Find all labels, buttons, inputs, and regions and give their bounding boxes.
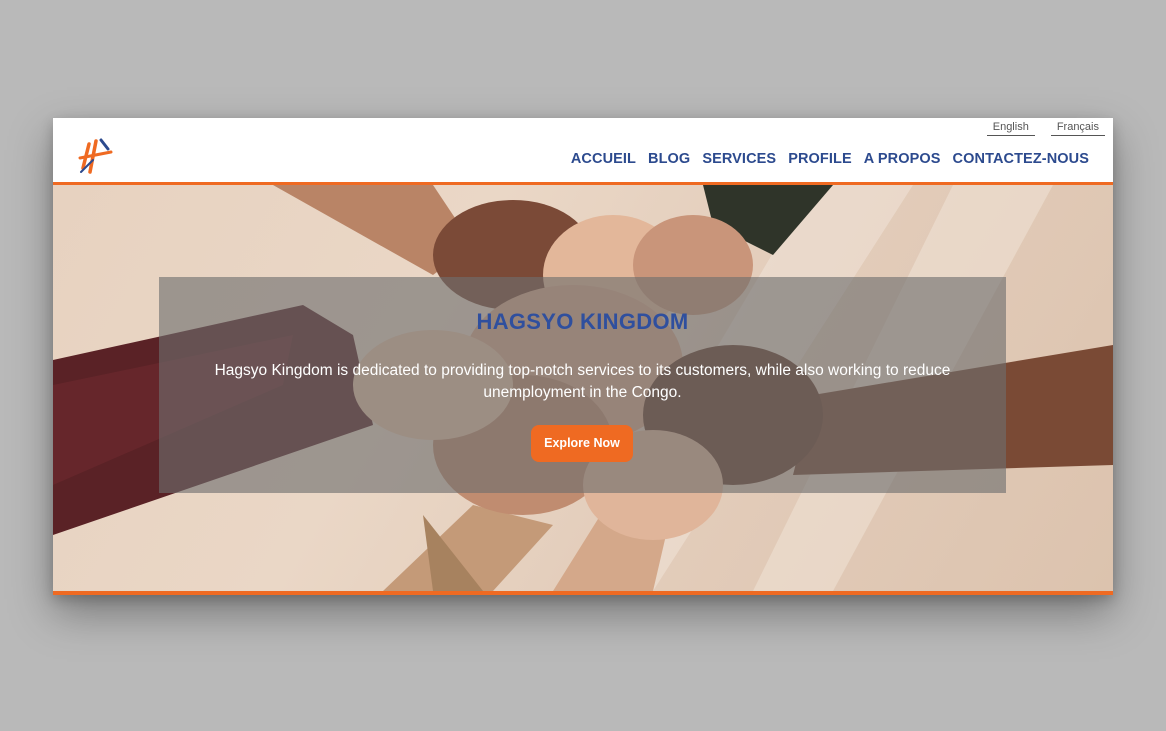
lang-french-link[interactable]: Français (1050, 120, 1105, 136)
lang-english-link[interactable]: English (986, 120, 1035, 136)
nav-item-profile[interactable]: PROFILE (788, 151, 852, 167)
site-header: English Français ACCUEIL BLOG SERVICES P… (53, 118, 1113, 185)
main-nav: ACCUEIL BLOG SERVICES PROFILE A PROPOS C… (571, 151, 1089, 167)
nav-item-contactez-nous[interactable]: CONTACTEZ-NOUS (953, 151, 1089, 167)
nav-item-services[interactable]: SERVICES (702, 151, 776, 167)
language-switcher: English Français (986, 120, 1105, 136)
hero-description: Hagsyo Kingdom is dedicated to providing… (214, 362, 951, 401)
nav-item-blog[interactable]: BLOG (648, 151, 690, 167)
hero-section: HAGSYO KINGDOM Hagsyo Kingdom is dedicat… (53, 185, 1113, 591)
nav-item-a-propos[interactable]: A PROPOS (864, 151, 941, 167)
hagsyo-logo[interactable] (75, 136, 119, 180)
browser-page: English Français ACCUEIL BLOG SERVICES P… (53, 118, 1113, 595)
hero-bottom-divider (53, 591, 1113, 595)
hero-title: HAGSYO KINGDOM (476, 309, 689, 334)
explore-now-button[interactable]: Explore Now (531, 425, 633, 462)
nav-item-accueil[interactable]: ACCUEIL (571, 151, 636, 167)
hero-overlay-card: HAGSYO KINGDOM Hagsyo Kingdom is dedicat… (159, 277, 1006, 493)
